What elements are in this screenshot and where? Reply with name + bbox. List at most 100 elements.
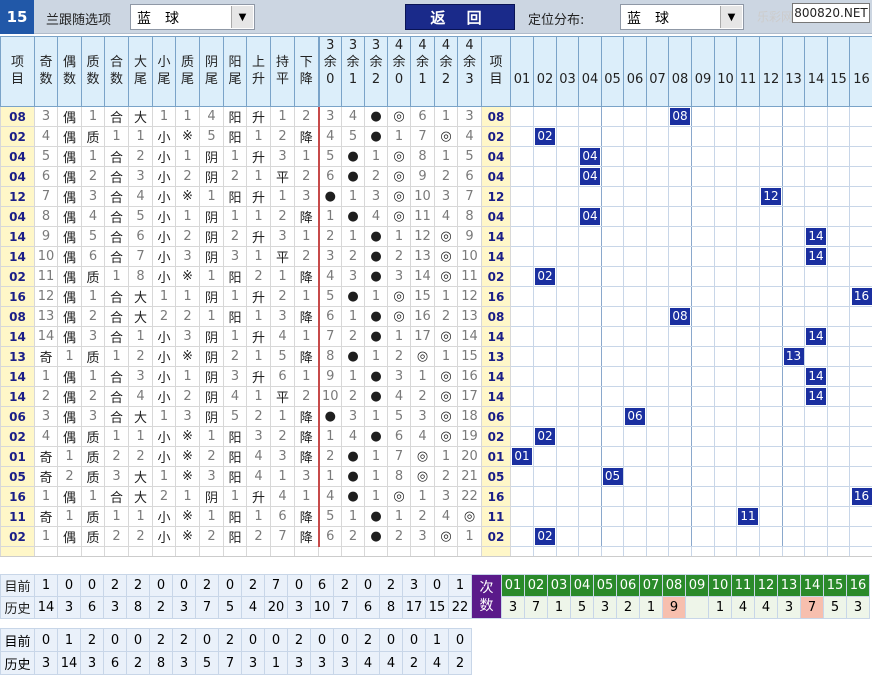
cell-value: 偶 xyxy=(57,326,82,347)
cell-value: ◎ xyxy=(387,286,411,307)
number-cell xyxy=(691,346,715,367)
number-cell: 04 xyxy=(578,166,602,187)
cell-value: 1 xyxy=(434,446,458,467)
cell-value: 7 xyxy=(128,246,153,267)
number-cell xyxy=(668,286,692,307)
number-cell xyxy=(578,186,602,207)
number-cell xyxy=(691,206,715,227)
number-cell xyxy=(556,406,579,427)
cell-value: ◎ xyxy=(434,526,458,547)
cell-value: 3 xyxy=(199,466,224,487)
cell-value: 3 xyxy=(104,466,129,487)
cell-value: 2 xyxy=(128,446,153,467)
count-header: 07 xyxy=(639,574,663,597)
number-cell xyxy=(827,226,850,247)
hist2-value: 14 xyxy=(57,651,81,675)
chevron-down-icon[interactable]: ▼ xyxy=(231,6,253,28)
cell-value: ◎ xyxy=(387,486,411,507)
cell-value: 3 xyxy=(434,186,458,207)
hist-value: 7 xyxy=(333,596,357,619)
cell-value: 质 xyxy=(81,126,105,147)
number-cell xyxy=(736,326,760,347)
number-cell xyxy=(782,386,805,407)
cell-value: 3 xyxy=(387,266,411,287)
cell-value: 1 xyxy=(223,206,247,227)
back-button[interactable]: 返 回 xyxy=(405,4,515,30)
cell-value: 1 xyxy=(104,266,129,287)
number-cell xyxy=(623,246,647,267)
cell-value: 质 xyxy=(81,466,105,487)
number-cell xyxy=(759,226,783,247)
number-cell xyxy=(827,506,850,527)
cell-value: 1 xyxy=(270,466,295,487)
number-cell xyxy=(510,166,534,187)
number-marker: 13 xyxy=(783,348,804,365)
number-marker: 16 xyxy=(851,488,872,505)
number-cell xyxy=(782,366,805,387)
cell-value: 大 xyxy=(128,106,153,127)
number-cell xyxy=(556,506,579,527)
number-cell xyxy=(578,486,602,507)
cell-value: 1 xyxy=(223,326,247,347)
header-char: 偶 xyxy=(62,55,76,70)
site-watermark: 乐彩网 xyxy=(757,10,794,24)
cell-value: 5 xyxy=(34,146,58,167)
cell-value: ● xyxy=(364,386,388,407)
cell-value: 11 xyxy=(410,206,435,227)
cell-value: 1 xyxy=(410,486,435,507)
number-count: 2 xyxy=(616,596,640,619)
dist-select[interactable]: 蓝 球 ▼ xyxy=(620,4,744,30)
row-item-right: 14 xyxy=(481,226,511,247)
number-cell xyxy=(782,126,805,147)
cell-value: 1 xyxy=(294,366,320,387)
row-item-right: 04 xyxy=(481,166,511,187)
number-cell xyxy=(782,506,805,527)
cell-value: 13 xyxy=(457,306,482,327)
now-value: 0 xyxy=(57,574,81,597)
header-char: 数 xyxy=(86,72,100,87)
number-cell xyxy=(714,406,737,427)
hist-value: 3 xyxy=(172,596,196,619)
cell-value: 1 xyxy=(223,146,247,167)
number-cell xyxy=(668,406,692,427)
number-cell xyxy=(601,106,624,127)
cell-value: 偶 xyxy=(57,366,82,387)
cell-value: 阴 xyxy=(199,406,224,427)
number-cell xyxy=(804,486,828,507)
number-cell xyxy=(849,446,872,467)
number-cell xyxy=(623,346,647,367)
filter-select[interactable]: 蓝 球 ▼ xyxy=(130,4,255,30)
hist-value: 20 xyxy=(264,596,288,619)
now2-value: 0 xyxy=(333,628,357,652)
number-cell xyxy=(510,186,534,207)
cell-value: 偶 xyxy=(57,486,82,507)
number-cell xyxy=(736,486,760,507)
cell-value: 升 xyxy=(246,366,271,387)
table-row: 14 1 偶 1 合 3 小 1 阴 3 升 6 1 9 1 ● 3 1 ◎ 16 14 14 xyxy=(0,366,872,387)
cell-value: ◎ xyxy=(434,426,458,447)
now2-value: 0 xyxy=(126,628,150,652)
number-cell xyxy=(668,346,692,367)
cell-value: 9 xyxy=(34,226,58,247)
table-row: 13 奇 1 质 1 2 小 ※ 阴 2 1 5 降 8 ● 1 2 ◎ 1 15 13 13 xyxy=(0,346,872,367)
cell-value: 质 xyxy=(81,346,105,367)
row-item-right: 04 xyxy=(481,146,511,167)
cell-value: 4 xyxy=(387,386,411,407)
cell-value: 1 xyxy=(246,306,271,327)
number-cell xyxy=(510,526,534,547)
cell-value: 小 xyxy=(152,266,176,287)
cell-value: 8 xyxy=(387,466,411,487)
number-cell xyxy=(691,446,715,467)
header-char: 余 xyxy=(392,55,406,70)
row-item-right: 14 xyxy=(481,246,511,267)
number-cell xyxy=(736,466,760,487)
chevron-down-icon[interactable]: ▼ xyxy=(720,6,742,28)
column-header: 合数 xyxy=(104,36,129,107)
cell-value: 1 xyxy=(81,366,105,387)
cell-value: 1 xyxy=(81,146,105,167)
number-cell xyxy=(556,366,579,387)
number-count: 3 xyxy=(501,596,525,619)
number-cell xyxy=(736,446,760,467)
cell-value: ● xyxy=(364,306,388,327)
row-item: 04 xyxy=(0,206,35,227)
